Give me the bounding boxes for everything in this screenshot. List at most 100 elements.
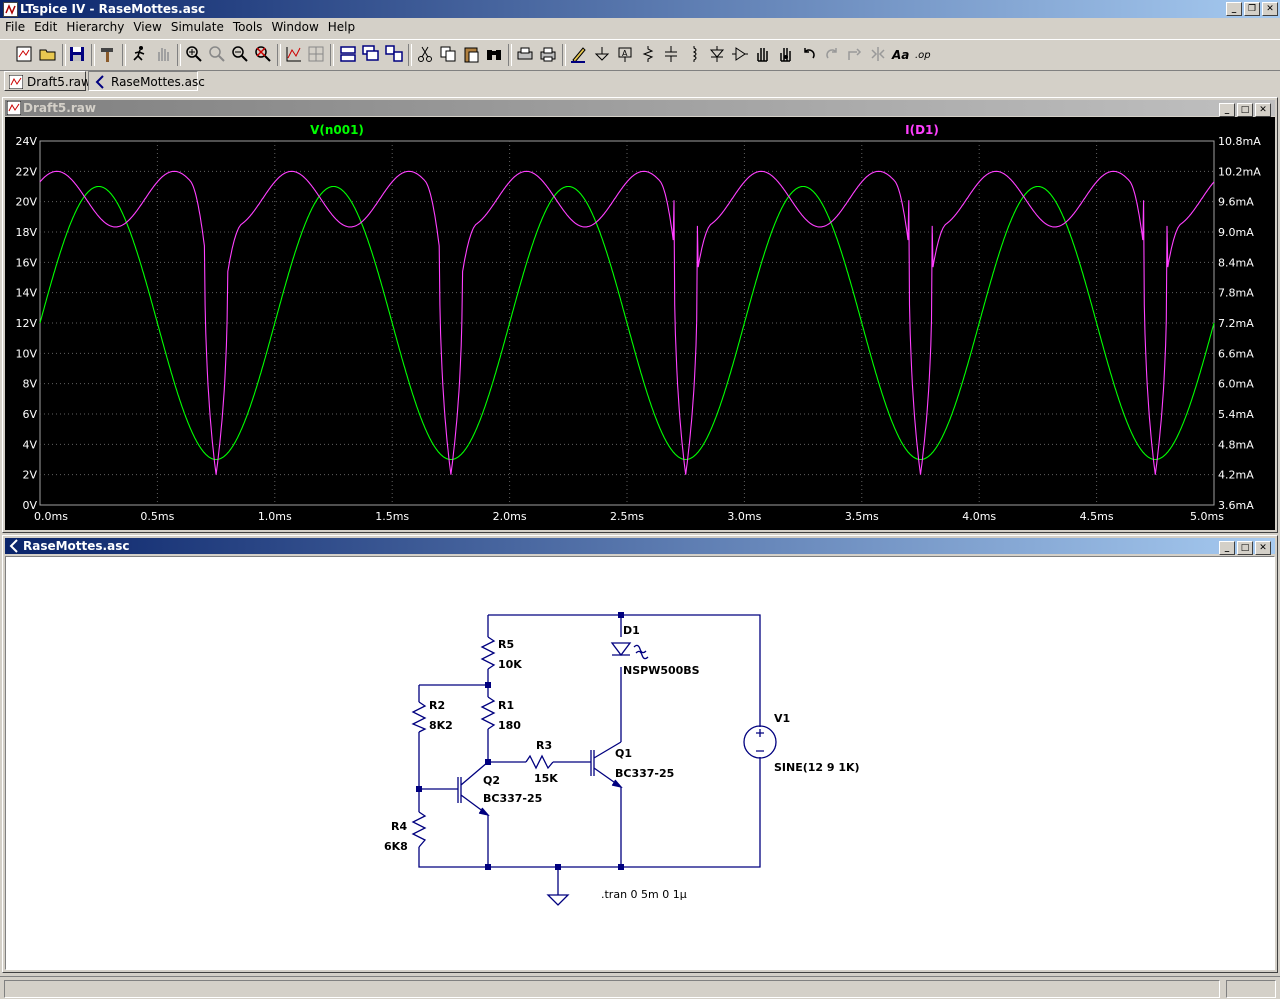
menu-view[interactable]: View: [128, 19, 165, 34]
tile-horizontal-icon[interactable]: [338, 44, 358, 64]
minimize-button[interactable]: _: [1219, 103, 1235, 117]
control-panel-hammer-icon[interactable]: [98, 44, 118, 64]
restore-button[interactable]: ❐: [1244, 2, 1260, 16]
toolbar-separator: [562, 44, 566, 66]
close-button[interactable]: ✕: [1255, 103, 1271, 117]
x-tick-label: 1.5ms: [375, 510, 409, 523]
waveform-window-title-bar[interactable]: Draft5.raw _ □ ✕: [5, 100, 1275, 117]
cut-icon[interactable]: [415, 44, 435, 64]
zoom-in-icon[interactable]: [184, 44, 204, 64]
spice-directive-icon[interactable]: .op: [914, 44, 934, 64]
autorange-icon[interactable]: [284, 44, 304, 64]
y-right-tick-label: 6.6mA: [1218, 347, 1254, 360]
zoom-out-icon[interactable]: [230, 44, 250, 64]
q2-ref: Q2: [483, 774, 500, 787]
toolbar-separator: [122, 44, 126, 66]
tab-draft5-raw[interactable]: Draft5.raw: [4, 71, 91, 91]
d1-value: NSPW500BS: [623, 664, 700, 677]
svg-text:Aa: Aa: [891, 48, 909, 62]
x-tick-label: 4.0ms: [962, 510, 996, 523]
minimize-button[interactable]: _: [1226, 2, 1242, 16]
tile-vertical-icon[interactable]: [384, 44, 404, 64]
mirror-icon[interactable]: [868, 44, 888, 64]
resistor-r3[interactable]: [525, 754, 554, 770]
undo-icon[interactable]: [799, 44, 819, 64]
menu-simulate[interactable]: Simulate: [166, 19, 228, 34]
print-icon[interactable]: [538, 44, 558, 64]
resistor-r5[interactable]: [480, 636, 496, 670]
ltspice-app-icon[interactable]: [3, 2, 18, 17]
tab-label: Draft5.raw: [27, 75, 91, 89]
capacitor-icon[interactable]: [661, 44, 681, 64]
plot-area[interactable]: 0V 3.6mA 2V 4.2mA 4V 4.8mA 6V 5.4mA 8V 6.0mA 10V 6.…: [5, 117, 1275, 530]
drag-hand-icon[interactable]: [776, 44, 796, 64]
waveform-icon: [9, 75, 23, 89]
tab-label: RaseMottes.asc: [111, 75, 205, 89]
new-schematic-icon[interactable]: [14, 44, 34, 64]
resistor-r4[interactable]: [411, 811, 427, 848]
status-bar: [0, 976, 1280, 999]
voltage-source-v1[interactable]: [743, 725, 777, 759]
x-tick-label: 2.0ms: [493, 510, 527, 523]
x-tick-label: 1.0ms: [258, 510, 292, 523]
spice-directive[interactable]: .tran 0 5m 0 1µ: [601, 888, 687, 901]
schematic-canvas[interactable]: R5 10K R1 180 R2 8K2 R4 6K8 R3 15K Q2 BC…: [5, 556, 1275, 970]
status-pane: [1226, 980, 1276, 998]
y-left-tick-label: 2V: [22, 469, 37, 482]
menu-tools[interactable]: Tools: [228, 19, 267, 34]
y-right-tick-label: 4.2mA: [1218, 469, 1254, 482]
diode-icon[interactable]: [707, 44, 727, 64]
resistor-r1[interactable]: [480, 696, 496, 730]
label-net-icon[interactable]: A: [615, 44, 635, 64]
redo-icon[interactable]: [822, 44, 842, 64]
run-simulation-icon[interactable]: [130, 44, 150, 64]
move-hand-icon[interactable]: [753, 44, 773, 64]
save-icon[interactable]: [67, 44, 87, 64]
tab-rasemottes-asc[interactable]: RaseMottes.asc: [88, 71, 205, 91]
grid-icon[interactable]: [306, 44, 326, 64]
halt-hand-icon[interactable]: [153, 44, 173, 64]
rotate-icon[interactable]: [845, 44, 865, 64]
v1-value: SINE(12 9 1K): [774, 761, 860, 774]
zoom-fit-icon[interactable]: [253, 44, 273, 64]
component-icon[interactable]: [730, 44, 750, 64]
led-d1[interactable]: [610, 642, 649, 660]
schematic-drawing[interactable]: R5 10K R1 180 R2 8K2 R4 6K8 R3 15K Q2 BC…: [6, 557, 1272, 967]
copy-icon[interactable]: [438, 44, 458, 64]
minimize-button[interactable]: _: [1219, 541, 1235, 555]
d1-ref: D1: [623, 624, 640, 637]
waveform-window[interactable]: Draft5.raw _ □ ✕ 0V 3.6mA 2V 4.2mA 4V 4.8mA 6V…: [2, 97, 1278, 533]
junction-dots: [416, 612, 624, 870]
find-binoculars-icon[interactable]: [484, 44, 504, 64]
draw-wire-pencil-icon[interactable]: [569, 44, 589, 64]
print-preview-icon[interactable]: [515, 44, 535, 64]
menu-window[interactable]: Window: [266, 19, 322, 34]
maximize-button[interactable]: □: [1237, 103, 1253, 117]
pan-icon[interactable]: [207, 44, 227, 64]
menu-hierarchy[interactable]: Hierarchy: [61, 19, 128, 34]
close-button[interactable]: ✕: [1255, 541, 1271, 555]
close-button[interactable]: ✕: [1262, 2, 1278, 16]
toolbar-separator: [277, 44, 281, 66]
open-folder-icon[interactable]: [38, 44, 58, 64]
y-left-tick-label: 12V: [15, 317, 37, 330]
transistor-q2[interactable]: [457, 761, 490, 817]
q1-ref: Q1: [615, 747, 632, 760]
y-right-tick-label: 7.8mA: [1218, 287, 1254, 300]
menu-file[interactable]: File: [0, 19, 29, 34]
y-right-tick-label: 9.6mA: [1218, 196, 1254, 209]
resistor-r2[interactable]: [411, 701, 427, 733]
schematic-window[interactable]: RaseMottes.asc _ □ ✕ R5 10K R1 180 R2 8K…: [2, 535, 1278, 973]
maximize-button[interactable]: □: [1237, 541, 1253, 555]
schematic-window-title-bar[interactable]: RaseMottes.asc _ □ ✕: [5, 538, 1275, 555]
resistor-icon[interactable]: [638, 44, 658, 64]
r4-ref: R4: [391, 820, 407, 833]
menu-edit[interactable]: Edit: [29, 19, 61, 34]
ground-icon[interactable]: [592, 44, 612, 64]
text-icon[interactable]: Aa: [891, 44, 911, 64]
paste-icon[interactable]: [461, 44, 481, 64]
menu-help[interactable]: Help: [323, 19, 359, 34]
waveform-plot[interactable]: 0V 3.6mA2V 4.2mA4V 4.8mA6V 5.4mA8V 6.0mA10V 6.…: [5, 117, 1275, 528]
inductor-icon[interactable]: [684, 44, 704, 64]
cascade-icon[interactable]: [361, 44, 381, 64]
